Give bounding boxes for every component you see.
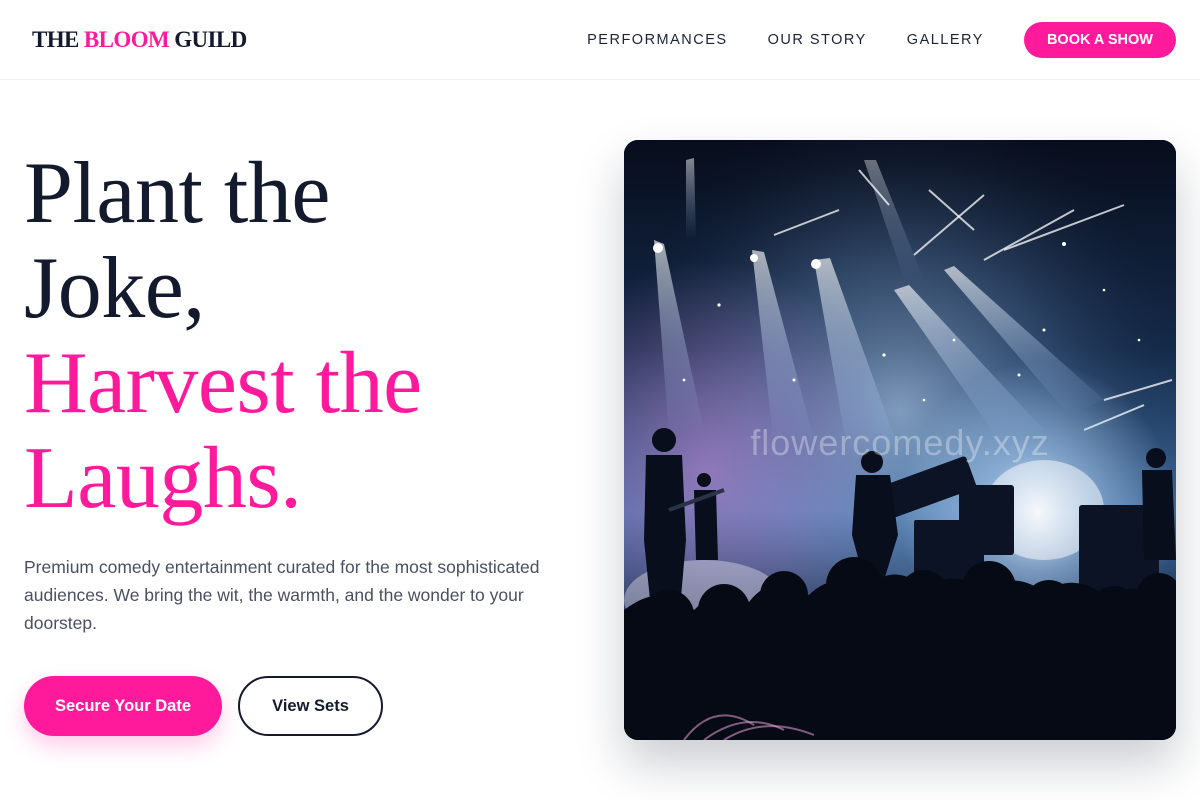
logo-text-guild: GUILD [169,27,247,52]
nav-link-our-story[interactable]: OUR STORY [768,32,867,48]
headline-line-2: Joke, [24,240,205,337]
headline-line-3: Harvest the [24,335,422,432]
concert-stage-photo: flowercomedy.xyz [624,140,1176,740]
view-sets-button[interactable]: View Sets [238,676,383,736]
headline-line-1: Plant the [24,145,330,242]
book-a-show-button[interactable]: BOOK A SHOW [1023,22,1176,58]
logo-text-bloom: BLOOM [83,27,170,52]
hero-description: Premium comedy entertainment curated for… [24,557,540,633]
headline-line-4: Laughs. [24,430,302,527]
logo-text-the: THE [32,27,84,52]
concert-illustration [624,140,1176,740]
secure-your-date-button[interactable]: Secure Your Date [24,676,222,736]
nav-link-gallery[interactable]: GALLERY [907,32,984,48]
nav-link-performances[interactable]: PERFORMANCES [587,32,727,48]
site-header: THE BLOOM GUILD PERFORMANCES OUR STORY G… [0,0,1200,80]
main-nav: PERFORMANCES OUR STORY GALLERY BOOK A SH… [587,0,1176,80]
hero-headline: Plant the Joke, Harvest the Laughs. [24,146,584,526]
brand-logo[interactable]: THE BLOOM GUILD [32,27,247,53]
